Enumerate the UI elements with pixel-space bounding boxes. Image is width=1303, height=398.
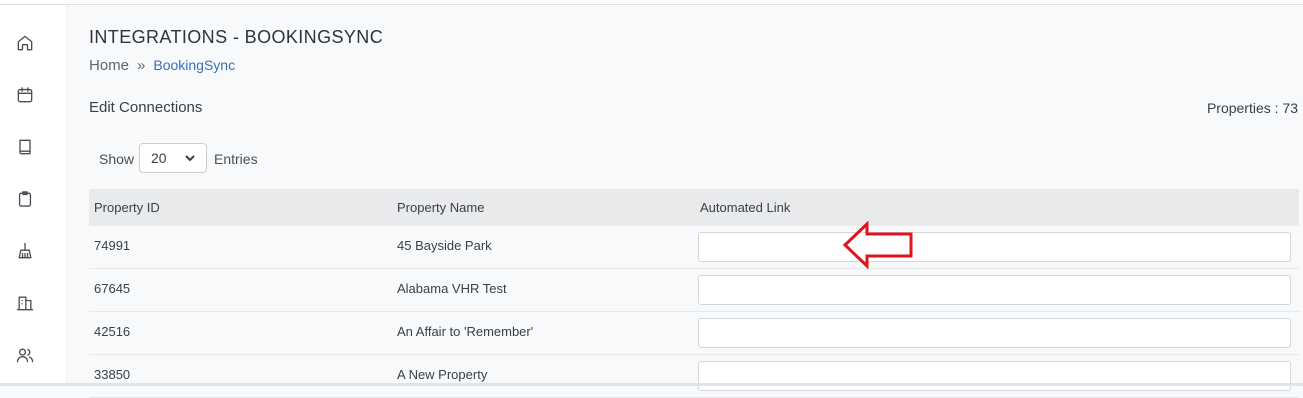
automated-link-input[interactable] [698,232,1291,262]
users-icon [16,348,34,363]
table-header: Property ID Property Name Automated Link [89,189,1299,226]
sidebar-item-clipboard[interactable] [13,187,37,211]
properties-table: Property ID Property Name Automated Link… [89,189,1299,398]
sidebar-item-cleaning[interactable] [13,239,37,263]
entries-per-page-select[interactable]: 20 [139,143,207,173]
table-row: 33850 A New Property [89,355,1299,398]
broom-icon [18,242,32,259]
table-row: 42516 An Affair to 'Remember' [89,312,1299,355]
properties-count: Properties : 73 [1206,100,1298,116]
building-icon [16,296,34,311]
main-content: INTEGRATIONS - BOOKINGSYNC Home » BookingS… [67,5,1303,398]
property-id-cell: 74991 [94,238,131,253]
property-id-cell: 67645 [94,281,131,296]
calendar-icon [17,87,33,103]
automated-link-input[interactable] [698,275,1291,305]
clipboard-icon [18,191,32,207]
property-name-cell: Alabama VHR Test [397,281,507,296]
page-title: INTEGRATIONS - BOOKINGSYNC [89,27,384,47]
entries-selected-value: 20 [151,150,167,166]
sidebar-item-calendar[interactable] [13,83,37,107]
sidebar-item-home[interactable] [13,31,37,55]
sidebar [0,5,67,386]
property-name-cell: An Affair to 'Remember' [397,324,534,339]
property-name-cell: 45 Bayside Park [397,238,492,253]
table-row: 74991 45 Bayside Park [89,226,1299,269]
chevron-down-icon [185,155,195,162]
breadcrumb-home-link[interactable]: Home [89,57,129,74]
column-header-property-name[interactable]: Property Name [392,200,695,215]
home-icon [17,35,33,51]
book-icon [19,139,31,155]
property-id-cell: 33850 [94,367,131,382]
property-id-cell: 42516 [94,324,131,339]
column-header-automated-link[interactable]: Automated Link [695,200,1299,215]
column-header-property-id[interactable]: Property ID [89,200,392,215]
breadcrumb-separator: » [137,57,146,74]
sidebar-item-book[interactable] [13,135,37,159]
show-label: Show [99,151,135,167]
sidebar-item-building[interactable] [13,291,37,315]
section-title: Edit Connections [89,99,203,116]
breadcrumb-current-link[interactable]: BookingSync [153,57,235,73]
automated-link-input[interactable] [698,318,1291,348]
entries-label: Entries [214,151,258,167]
breadcrumb: Home » BookingSync [89,57,235,74]
property-name-cell: A New Property [397,367,488,382]
sidebar-item-users[interactable] [13,343,37,367]
red-arrow-annotation [842,221,913,269]
table-row: 67645 Alabama VHR Test [89,269,1299,312]
automated-link-input[interactable] [698,361,1291,391]
